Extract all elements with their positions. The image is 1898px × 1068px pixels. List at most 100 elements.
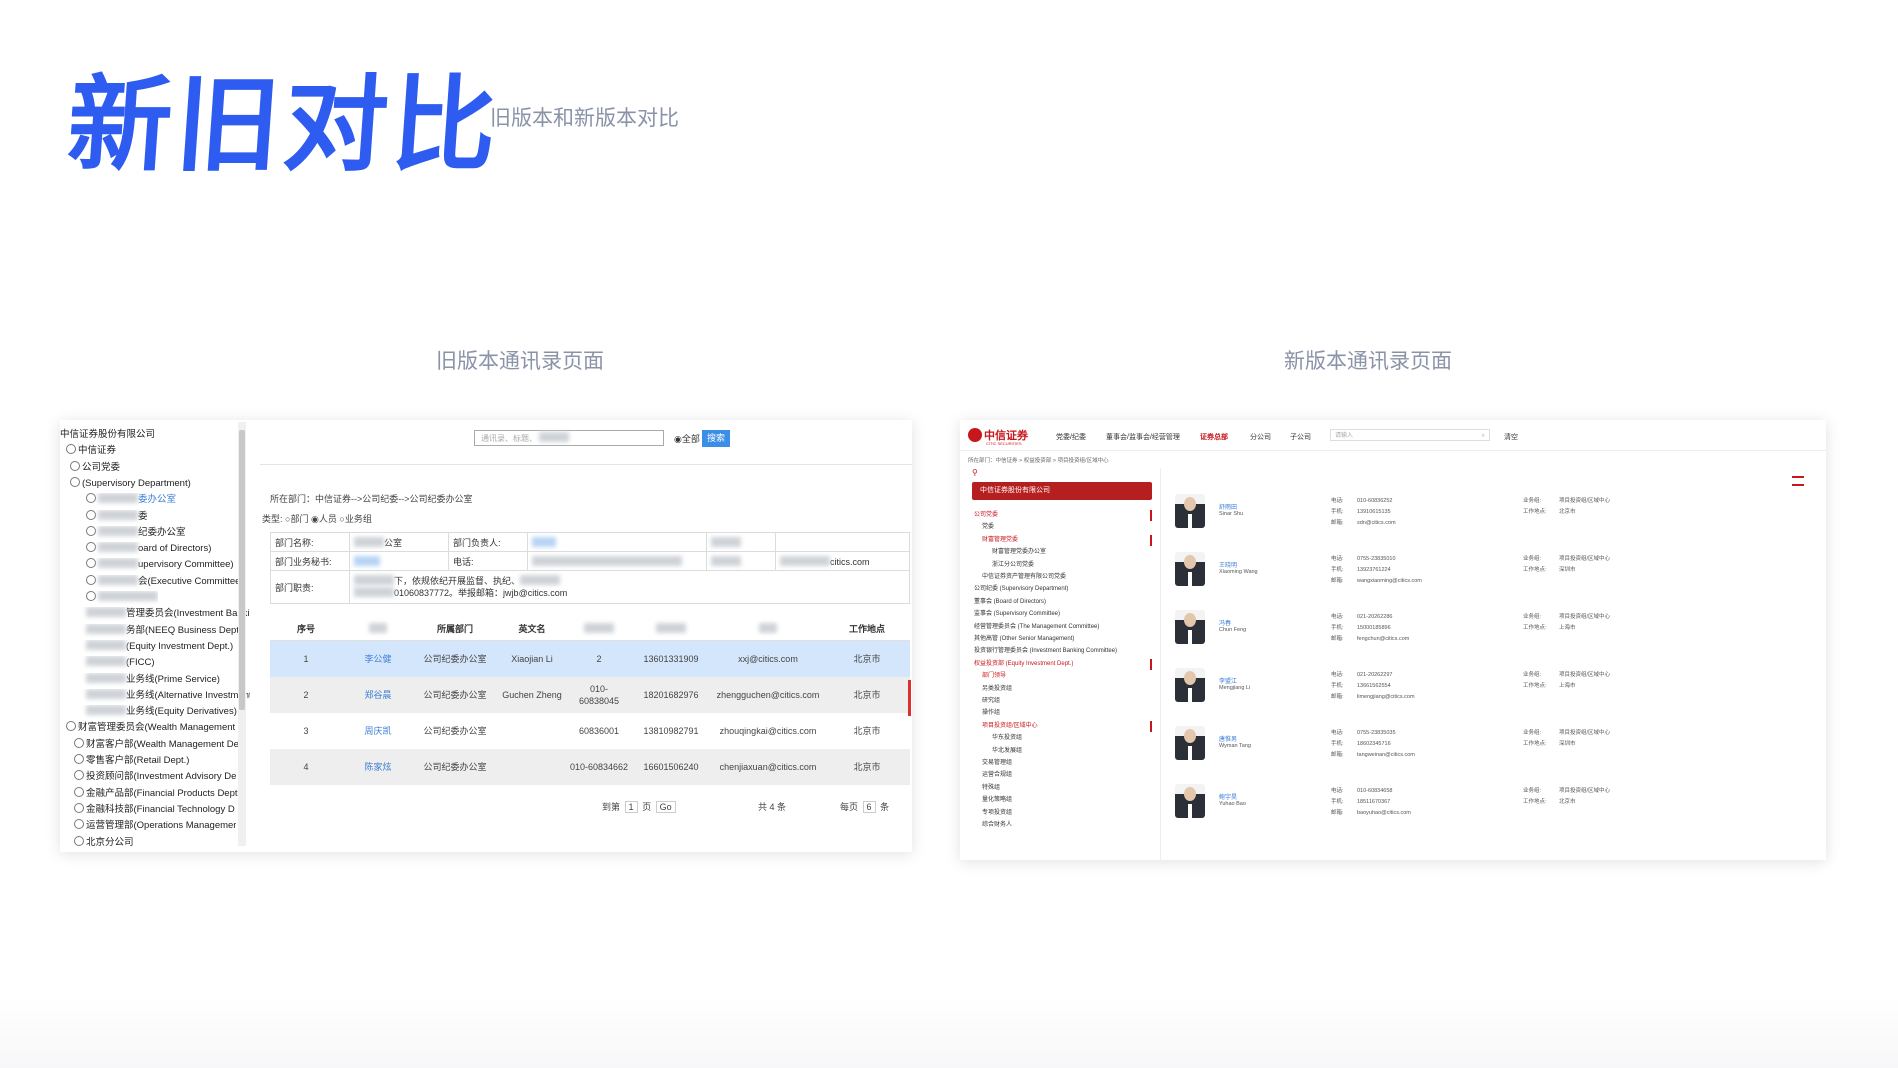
type-radio-person[interactable]: ◉人员 <box>311 514 337 524</box>
email-value[interactable]: wangxiaoming@citics.com <box>1357 576 1422 587</box>
person-name[interactable]: 鲍宇昊 <box>1219 792 1237 801</box>
type-radio-group[interactable]: ○业务组 <box>339 514 371 524</box>
old-tree-item[interactable]: 公司党委 <box>60 460 120 475</box>
sidebar-item[interactable]: 综合财务人 <box>972 820 1162 831</box>
sidebar-item[interactable]: 研究组 <box>972 696 1162 707</box>
old-tree-item[interactable]: 金融产品部(Financial Products Dept <box>60 786 238 801</box>
old-tree-item[interactable]: 业务线(Alternative Investment <box>60 688 252 703</box>
old-tree-item[interactable]: (Equity Investment Dept.) <box>60 639 233 654</box>
sidebar-item[interactable]: 浙江分公司党委 <box>972 560 1172 571</box>
sidebar-item[interactable]: 交易管理组 <box>972 758 1162 769</box>
old-tree-item[interactable]: 财富客户部(Wealth Management De <box>60 737 239 752</box>
old-tree-item[interactable]: (FICC) <box>60 656 155 670</box>
email-value[interactable]: limengjiang@citics.com <box>1357 692 1415 703</box>
sidebar-item[interactable]: 财富管理党委 <box>972 535 1162 546</box>
new-search-input[interactable]: 请输入 ⌕ <box>1330 429 1490 441</box>
sidebar-item[interactable]: 财富管理党委办公室 <box>972 547 1172 558</box>
email-value[interactable]: sdn@citics.com <box>1357 518 1396 529</box>
old-tree-item[interactable]: 委 <box>60 509 148 524</box>
person-name[interactable]: 冯春 <box>1219 618 1231 627</box>
old-tree-item[interactable]: 业务线(Prime Service) <box>60 672 220 687</box>
old-search-input[interactable]: 通讯录、标题、 <box>474 430 664 446</box>
sidebar-item[interactable]: 投资银行管理委员会 (Investment Banking Committee) <box>972 646 1154 657</box>
nav-branch[interactable]: 分公司 <box>1250 432 1271 442</box>
email-value[interactable]: fengchun@citics.com <box>1357 634 1409 645</box>
old-tree-item[interactable]: 投资顾问部(Investment Advisory De <box>60 770 236 784</box>
sidebar-item[interactable]: 党委 <box>972 522 1162 533</box>
person-card[interactable]: 李盟江 Mengjiang Li 电话: 手机: 邮箱: 021-20262297 1366… <box>1161 656 1818 712</box>
sidebar-item[interactable]: 权益投资部 (Equity Investment Dept.) <box>972 659 1154 670</box>
old-tree-item[interactable]: upervisory Committee) <box>60 558 234 572</box>
person-card[interactable]: 冯春 Chun Feng 电话: 手机: 邮箱: 021-20262286 15000185… <box>1161 598 1818 654</box>
sidebar-item[interactable]: 运营合规组 <box>972 770 1162 781</box>
sidebar-item[interactable]: 华北发展组 <box>972 746 1172 757</box>
sidebar-item[interactable]: 其他高管 (Other Senior Management) <box>972 634 1154 645</box>
old-tree-item[interactable]: 北京分公司 <box>60 835 134 850</box>
sidebar-item[interactable]: 监事会 (Supervisory Committee) <box>972 609 1154 620</box>
old-tree-scrollbar[interactable] <box>238 422 246 846</box>
table-row[interactable]: 4 陈家炫 公司纪委办公室 010-60834662 16601506240 chenji… <box>270 749 910 785</box>
nav-party[interactable]: 党委/纪委 <box>1056 432 1086 442</box>
old-tree-item[interactable]: 财富管理委员会(Wealth Management C <box>60 721 245 735</box>
sidebar-item[interactable]: 公司党委 <box>972 510 1154 521</box>
old-tree-item[interactable]: 中信证券股份有限公司 <box>60 428 155 442</box>
nav-hq[interactable]: 证券总部 <box>1200 432 1228 442</box>
page-number-input[interactable]: 1 <box>624 801 638 813</box>
old-search-button[interactable]: 搜索 <box>702 430 730 447</box>
cell-name[interactable]: 陈家炫 <box>342 749 414 785</box>
cell-name[interactable]: 周庆凯 <box>342 713 414 749</box>
sidebar-item[interactable]: 董事会 (Board of Directors) <box>972 597 1154 608</box>
scroll-thumb[interactable] <box>239 430 245 710</box>
nav-board[interactable]: 董事会/监事会/经营管理 <box>1106 432 1180 442</box>
cell-name[interactable]: 郑谷晨 <box>342 677 414 713</box>
old-tree-item[interactable]: 管理委员会(Investment Banki <box>60 607 250 621</box>
old-tree-item[interactable] <box>60 591 158 605</box>
sidebar-item[interactable]: 量化策略组 <box>972 795 1162 806</box>
person-card[interactable]: 舒雨田 Sinar Shu 电话: 手机: 邮箱: 010-60836252 1391061… <box>1161 482 1818 538</box>
citic-logo[interactable]: 中信证券 CITIC SECURITIES <box>968 427 1028 446</box>
page-size-input[interactable]: 6 <box>862 801 876 813</box>
email-value[interactable]: tangweinan@citics.com <box>1357 750 1415 761</box>
search-icon[interactable]: ⌕ <box>1482 430 1485 442</box>
nav-subsidiary[interactable]: 子公司 <box>1290 432 1311 442</box>
old-tree-item[interactable]: (Supervisory Department) <box>60 476 191 491</box>
table-row[interactable]: 3 周庆凯 公司纪委办公室 60836001 13810982791 zhouqingka… <box>270 713 910 749</box>
sidebar-item[interactable]: 项目投资组/区域中心 <box>972 721 1162 732</box>
old-tree-item[interactable]: 会(Executive Committee) <box>60 574 244 589</box>
sidebar-item[interactable]: 另类投资组 <box>972 684 1162 695</box>
old-tree-item[interactable]: 零售客户部(Retail Dept.) <box>60 754 189 768</box>
person-name[interactable]: 李盟江 <box>1219 676 1237 685</box>
sidebar-item[interactable]: 操作组 <box>972 708 1162 719</box>
org-tree-icon[interactable]: ⚲ <box>972 468 978 477</box>
type-radio-dept[interactable]: ○部门 <box>285 514 308 524</box>
old-tree-item[interactable]: 中信证券 <box>60 444 116 458</box>
old-tree-item[interactable]: 纪委办公室 <box>60 525 186 540</box>
old-tree-item[interactable]: 业务线(Equity Derivatives) <box>60 705 237 719</box>
old-tree-item[interactable]: oard of Directors) <box>60 542 211 556</box>
sidebar-item[interactable]: 公司纪委 (Supervisory Department) <box>972 584 1154 595</box>
person-card[interactable]: 唐惟男 Wyman Tang 电话: 手机: 邮箱: 0755-23835035 18602… <box>1161 714 1818 770</box>
sidebar-item[interactable]: 特殊组 <box>972 783 1162 794</box>
sidebar-item[interactable]: 专项投资组 <box>972 808 1162 819</box>
old-tree-item[interactable]: 金融科技部(Financial Technology D <box>60 802 235 817</box>
clear-button[interactable]: 清空 <box>1504 432 1518 442</box>
person-card[interactable]: 鲍宇昊 Yuhao Bao 电话: 手机: 邮箱: 010-60834658 1851167… <box>1161 772 1818 828</box>
person-card[interactable]: 王晓明 Xiaoming Wang 电话: 手机: 邮箱: 0755-23835010 13… <box>1161 540 1818 596</box>
email-value[interactable]: baoyuhao@citics.com <box>1357 808 1411 819</box>
old-scope-radio[interactable]: ◉全部 <box>674 432 700 445</box>
cell-name[interactable]: 李公健 <box>342 640 414 677</box>
old-tree-item[interactable]: 务部(NEEQ Business Dept.) <box>60 623 245 638</box>
person-name[interactable]: 王晓明 <box>1219 560 1237 569</box>
person-name[interactable]: 舒雨田 <box>1219 502 1237 511</box>
table-row[interactable]: 1 李公健 公司纪委办公室 Xiaojian Li 2 13601331909 xxj@ci… <box>270 640 910 677</box>
sidebar-item[interactable]: 部门领导 <box>972 671 1162 682</box>
table-row[interactable]: 2 郑谷晨 公司纪委办公室 Guchen Zheng 010- 60838045 1820… <box>270 677 910 713</box>
sidebar-root[interactable]: 中信证券股份有限公司 <box>972 482 1152 500</box>
go-button[interactable]: Go <box>655 801 676 813</box>
sidebar-item[interactable]: 华东投资组 <box>972 733 1172 744</box>
sidebar-item[interactable]: 中信证券资产管理有限公司党委 <box>972 572 1162 583</box>
sidebar-item[interactable]: 经营管理委员会 (The Management Committee) <box>972 622 1154 633</box>
old-tree-item[interactable]: 委办公室 <box>60 493 176 507</box>
old-tree-item[interactable]: 运营管理部(Operations Managemer <box>60 819 236 833</box>
person-name[interactable]: 唐惟男 <box>1219 734 1237 743</box>
